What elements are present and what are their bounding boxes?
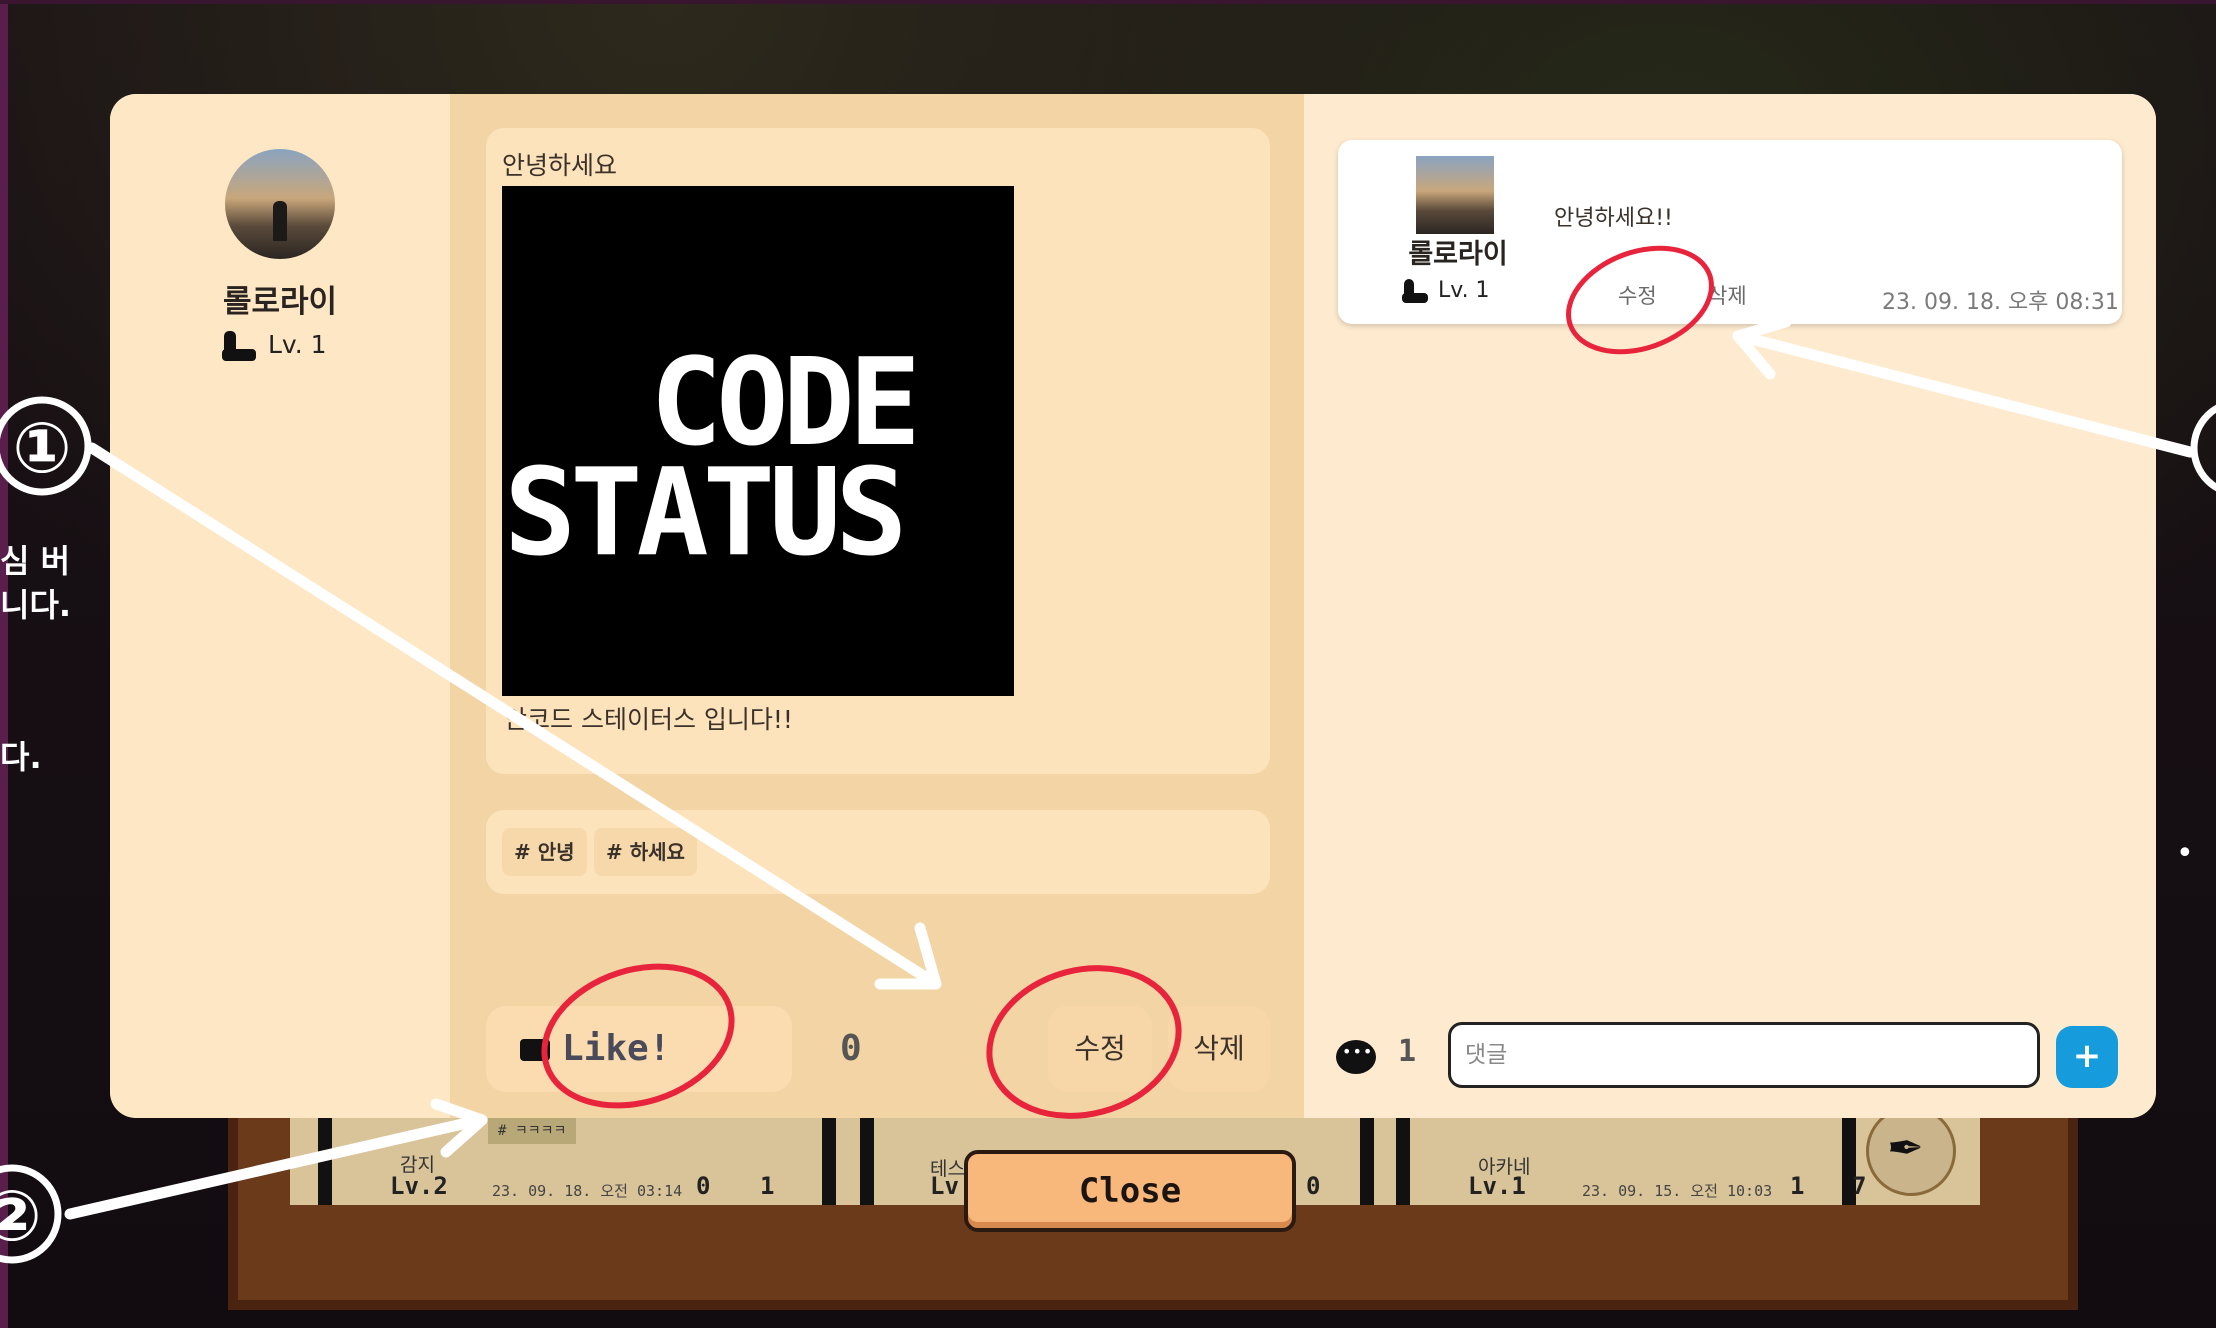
muscle-arm-icon [222,331,256,361]
like-label: Like! [562,1028,671,1069]
background-edge [0,0,8,1328]
write-post-button[interactable]: ✒ [1866,1106,1956,1196]
hashtag[interactable]: # 하세요 [594,828,697,876]
muscle-arm-icon [1402,279,1428,303]
bg-card-likes: 1 [1790,1172,1805,1200]
thumbs-up-icon [520,1039,550,1061]
hashtag[interactable]: # 안녕 [502,828,587,876]
close-button[interactable]: Close [964,1150,1296,1232]
post-image: CODE STATUS [502,186,1014,696]
background-text: 니다. [0,586,72,624]
comment-delete-button[interactable]: 삭제 [1708,280,1747,310]
comment-count: 1 [1398,1034,1417,1069]
author-avatar[interactable] [225,149,335,259]
chat-bubble-icon [1336,1040,1376,1074]
bg-card-comments: 1 [760,1172,775,1200]
bg-card-likes: 0 [696,1172,711,1200]
bg-card-comments: 7 [1852,1172,1867,1200]
background-tag: # ㅋㅋㅋㅋ [488,1118,577,1144]
comment-text: 안녕하세요!! [1554,206,1673,231]
commenter-avatar[interactable] [1416,156,1494,234]
comment-date: 23. 09. 18. 오후 08:31 [1882,290,2119,315]
bg-card-level: Lv.1 [1468,1172,1526,1200]
post-detail-modal: 롤로라이 Lv. 1 안녕하세요 CODE STATUS 안코드 스테이터스 입… [110,94,2156,1118]
like-button[interactable]: Like! [520,1024,670,1074]
commenter-name: 롤로라이 [1408,239,1508,270]
bg-card-date: 23. 09. 18. 오전 03:14 [492,1182,683,1200]
commenter-level: Lv. 1 [1402,278,1490,303]
background-text: 다. [0,738,42,776]
background-text: 심 버 [0,542,71,580]
commenter-level-label: Lv. 1 [1438,278,1490,303]
post-edit-button[interactable]: 수정 [1048,1006,1152,1092]
add-comment-button[interactable]: + [2056,1026,2118,1088]
author-name: 롤로라이 [222,284,338,320]
comment-edit-button[interactable]: 수정 [1618,280,1657,310]
bg-card-level: Lv.2 [390,1172,448,1200]
comment-input[interactable] [1448,1022,2040,1088]
post-image-text: STATUS [504,444,907,583]
author-level-label: Lv. 1 [268,330,327,359]
author-level: Lv. 1 [222,330,327,361]
post-delete-button[interactable]: 삭제 [1168,1006,1270,1092]
post-title: 안녕하세요 [502,151,618,180]
background-edge-top [0,0,2216,4]
background-bullet: • [2176,836,2194,871]
post-body: 안코드 스테이터스 입니다!! [504,705,793,734]
bg-card-date: 23. 09. 15. 오전 10:03 [1582,1182,1773,1200]
bg-card-likes: 0 [1306,1172,1321,1200]
feather-icon: ✒ [1887,1123,1924,1174]
like-count: 0 [840,1028,862,1069]
